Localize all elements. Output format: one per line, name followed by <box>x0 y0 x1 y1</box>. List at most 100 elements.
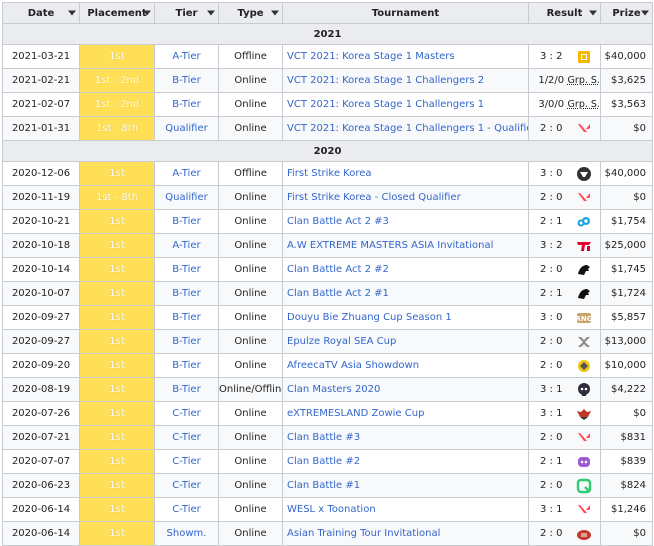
placement-label: 1st - 8th <box>95 192 139 203</box>
tier-link[interactable]: C-Tier <box>154 425 219 450</box>
prize-cell: $0 <box>600 185 653 210</box>
team-logo-circle-icon[interactable] <box>568 166 600 182</box>
tier-link[interactable]: Qualifier <box>154 116 219 141</box>
tier-column-header[interactable]: Tier <box>154 2 219 24</box>
valorant-logo-icon[interactable] <box>568 121 600 137</box>
t1-logo-icon[interactable] <box>568 238 600 254</box>
q-logo-icon[interactable] <box>568 478 600 494</box>
score-label: 3 : 2 <box>540 240 563 251</box>
cloud9-logo-icon[interactable] <box>568 214 600 230</box>
date-column-header[interactable]: Date <box>2 2 80 24</box>
placement-column-header[interactable]: Placement <box>79 2 155 24</box>
skull-logo-icon[interactable] <box>568 382 600 398</box>
tournament-link[interactable]: VCT 2021: Korea Stage 1 Challengers 1 - … <box>282 116 529 141</box>
tier-link[interactable]: A-Tier <box>154 44 219 69</box>
sort-arrow-icon[interactable] <box>207 10 215 16</box>
tier-link[interactable]: B-Tier <box>154 353 219 378</box>
tier-link[interactable]: Qualifier <box>154 185 219 210</box>
eagle-logo-icon[interactable] <box>568 358 600 374</box>
tier-link[interactable]: Showm. <box>154 521 219 546</box>
tier-link[interactable]: A-Tier <box>154 161 219 186</box>
tier-link[interactable]: B-Tier <box>154 377 219 402</box>
tournament-link[interactable]: VCT 2021: Korea Stage 1 Challengers 2 <box>282 68 529 93</box>
sort-arrow-icon[interactable] <box>143 10 151 16</box>
tier-link[interactable]: B-Tier <box>154 257 219 282</box>
type-cell: Online <box>218 521 283 546</box>
purple-logo-icon[interactable] <box>568 454 600 470</box>
tournament-link[interactable]: Clan Masters 2020 <box>282 377 529 402</box>
type-cell: Online <box>218 257 283 282</box>
x-logo-icon[interactable] <box>568 334 600 350</box>
placement-cell: 1st - 2nd <box>79 92 155 117</box>
sort-arrow-icon[interactable] <box>589 10 597 16</box>
tournament-link[interactable]: Douyu Bie Zhuang Cup Season 1 <box>282 305 529 330</box>
fire-logo-icon[interactable] <box>568 526 600 542</box>
wolf-logo-icon[interactable] <box>568 406 600 422</box>
prize-cell: $1,724 <box>600 281 653 306</box>
score-label: 2 : 0 <box>540 192 563 203</box>
table-row: 2020-07-07 1st C-Tier Online Clan Battle… <box>2 449 653 474</box>
placement-cell: 1st <box>79 44 155 69</box>
tournament-link[interactable]: Clan Battle #3 <box>282 425 529 450</box>
horse-logo-icon[interactable] <box>568 262 600 278</box>
horse-logo-icon[interactable] <box>568 286 600 302</box>
tier-link[interactable]: C-Tier <box>154 401 219 426</box>
sort-arrow-icon[interactable] <box>271 10 279 16</box>
tier-link[interactable]: B-Tier <box>154 281 219 306</box>
table-row: 2020-10-18 1st A-Tier Online A.W EXTREME… <box>2 233 653 258</box>
tournament-link[interactable]: Clan Battle Act 2 #2 <box>282 257 529 282</box>
tournament-link[interactable]: A.W EXTREME MASTERS ASIA Invitational <box>282 233 529 258</box>
type-cell: Online <box>218 92 283 117</box>
sort-arrow-icon[interactable] <box>68 10 76 16</box>
tournament-link[interactable]: First Strike Korea <box>282 161 529 186</box>
table-row: 2020-09-27 1st B-Tier Online Douyu Bie Z… <box>2 305 653 330</box>
type-column-header[interactable]: Type <box>218 2 283 24</box>
result-cell: 3 : 2 <box>528 233 601 258</box>
valorant-logo-icon[interactable] <box>568 190 600 206</box>
type-cell: Online <box>218 449 283 474</box>
tournament-link[interactable]: VCT 2021: Korea Stage 1 Masters <box>282 44 529 69</box>
score-label: 3 : 2 <box>540 51 563 62</box>
tournament-link[interactable]: Clan Battle #1 <box>282 473 529 498</box>
tier-link[interactable]: C-Tier <box>154 497 219 522</box>
tournament-link[interactable]: First Strike Korea - Closed Qualifier <box>282 185 529 210</box>
valorant-logo-icon[interactable] <box>568 430 600 446</box>
date-cell: 2020-11-19 <box>2 185 80 210</box>
opponent-group-stage[interactable]: Grp. S. <box>568 75 600 86</box>
tournament-link[interactable]: Clan Battle Act 2 #1 <box>282 281 529 306</box>
tournament-link[interactable]: WESL x Toonation <box>282 497 529 522</box>
tier-link[interactable]: B-Tier <box>154 329 219 354</box>
opponent-group-stage[interactable]: Grp. S. <box>568 99 600 110</box>
tier-link[interactable]: B-Tier <box>154 209 219 234</box>
score-label: 2 : 0 <box>540 432 563 443</box>
tier-link[interactable]: C-Tier <box>154 449 219 474</box>
tournament-link[interactable]: VCT 2021: Korea Stage 1 Challengers 1 <box>282 92 529 117</box>
tournament-link[interactable]: eXTREMESLAND Zowie Cup <box>282 401 529 426</box>
tournament-link[interactable]: AfreecaTV Asia Showdown <box>282 353 529 378</box>
placement-label: 1st <box>109 240 125 251</box>
tier-link[interactable]: C-Tier <box>154 473 219 498</box>
result-cell: 2 : 0 <box>528 521 601 546</box>
sort-arrow-icon[interactable] <box>641 10 649 16</box>
placement-label: 1st - 8th <box>95 123 139 134</box>
prize-column-header[interactable]: Prize <box>600 2 653 24</box>
tier-link[interactable]: B-Tier <box>154 305 219 330</box>
tournament-link[interactable]: Clan Battle #2 <box>282 449 529 474</box>
tournament-link[interactable]: Asian Training Tour Invitational <box>282 521 529 546</box>
tournament-link[interactable]: Epulze Royal SEA Cup <box>282 329 529 354</box>
result-column-header[interactable]: Result <box>528 2 601 24</box>
tier-link[interactable]: B-Tier <box>154 92 219 117</box>
tier-link[interactable]: A-Tier <box>154 233 219 258</box>
tier-link[interactable]: B-Tier <box>154 68 219 93</box>
score-label: 2 : 1 <box>540 216 563 227</box>
type-cell: Offline <box>218 44 283 69</box>
rng-logo-icon[interactable]: RNG <box>568 310 600 326</box>
score-label: 3 : 0 <box>540 168 563 179</box>
table-row: 2020-06-14 1st C-Tier Online WESL x Toon… <box>2 497 653 522</box>
tournament-link[interactable]: Clan Battle Act 2 #3 <box>282 209 529 234</box>
valorant-logo-icon[interactable] <box>568 502 600 518</box>
date-cell: 2020-10-14 <box>2 257 80 282</box>
nuturn-logo-icon[interactable] <box>568 49 600 65</box>
placement-label: 1st <box>109 216 125 227</box>
placement-cell: 1st <box>79 497 155 522</box>
